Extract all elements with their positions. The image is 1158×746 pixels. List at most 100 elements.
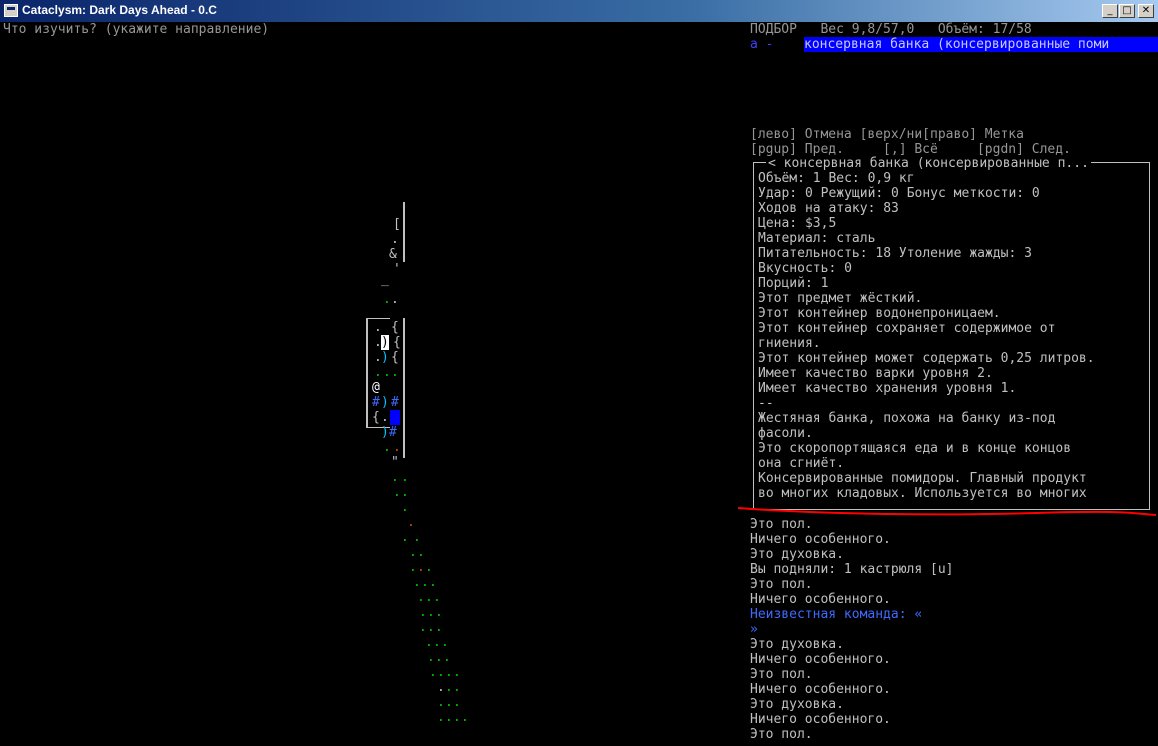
item-info-line: Этот контейнер сохраняет содержимое от <box>758 321 1056 336</box>
log-message: Это духовка. <box>750 637 844 652</box>
log-message: Неизвестная команда: « <box>750 607 923 622</box>
map-tile: . <box>429 665 437 680</box>
item-info-line: Этот предмет жёсткий. <box>758 291 923 306</box>
map-tile: . <box>383 440 391 455</box>
map-tile: . <box>425 590 433 605</box>
map-tile: . <box>391 470 399 485</box>
map-tile: . <box>433 590 441 605</box>
selected-item-key[interactable]: a - <box>750 37 773 52</box>
item-info-line: во многих кладовых. Используется во мног… <box>758 486 1087 501</box>
map-tile: . <box>419 620 427 635</box>
map-tile: # <box>391 395 399 410</box>
map-tile: . <box>393 440 401 455</box>
item-info-line: Вкусность: 0 <box>758 261 852 276</box>
map-tile: . <box>445 680 453 695</box>
map-tile: . <box>427 605 435 620</box>
app-icon <box>4 4 18 17</box>
map-tile: . <box>417 560 425 575</box>
map-tile: . <box>391 292 399 307</box>
item-info-line: Это скоропортящаяся еда и в конце концов <box>758 441 1072 456</box>
log-message: Ничего особенного. <box>750 532 891 547</box>
terminal: Что изучить? (укажите направление) ПОДБО… <box>0 22 1158 746</box>
minimize-button[interactable]: _ <box>1102 4 1118 18</box>
log-message: Это духовка. <box>750 697 844 712</box>
red-annotation-line <box>737 507 1157 516</box>
log-message: Это духовка. <box>750 547 844 562</box>
map-tile: . <box>443 650 451 665</box>
map-tile: . <box>441 635 449 650</box>
map-tile: . <box>427 620 435 635</box>
highlighted-tile <box>390 410 400 425</box>
map-tile: . <box>391 365 399 380</box>
item-info-line: Цена: $3,5 <box>758 216 837 231</box>
map-tile: . <box>453 680 461 695</box>
log-message: » <box>750 622 758 637</box>
log-message: Это пол. <box>750 667 813 682</box>
maximize-button[interactable]: □ <box>1119 4 1135 18</box>
map-tile: . <box>413 530 421 545</box>
help-line-2: [pgup] Пред. [,] Всё [pgdn] След. <box>750 142 1071 157</box>
item-info-line: Питательность: 18 Утоление жажды: 3 <box>758 246 1032 261</box>
log-message: Вы подняли: 1 кастрюля [u] <box>750 562 954 577</box>
map-tile: . <box>453 695 461 710</box>
map-tile: { <box>393 335 401 350</box>
map-tile: . <box>437 665 445 680</box>
map-tile: . <box>383 365 391 380</box>
item-info-line: Ходов на атаку: 83 <box>758 201 899 216</box>
map-tile: . <box>427 650 435 665</box>
map-tile: . <box>419 605 427 620</box>
map-tile: . <box>413 575 421 590</box>
log-message: Это пол. <box>750 727 813 742</box>
window-titlebar: Cataclysm: Dark Days Ahead - 0.C _ □ ✕ <box>0 0 1158 22</box>
map-tile: . <box>437 680 445 695</box>
map-tile: . <box>381 410 389 425</box>
map-tile: ' <box>393 262 401 277</box>
map-tile: . <box>461 710 469 725</box>
map-tile: & <box>389 247 397 262</box>
wall-segment <box>403 202 405 262</box>
map-tile: { <box>391 350 399 365</box>
log-message: Ничего особенного. <box>750 592 891 607</box>
window-title: Cataclysm: Dark Days Ahead - 0.C <box>22 3 217 17</box>
map-tile: . <box>421 575 429 590</box>
item-info-line: Этот контейнер может содержать 0,25 литр… <box>758 351 1095 366</box>
map-tile: . <box>401 530 409 545</box>
item-info-line: Удар: 0 Режущий: 0 Бонус меткости: 0 <box>758 186 1040 201</box>
map-tile: . <box>429 575 437 590</box>
item-info-line: Имеет качество хранения уровня 1. <box>758 381 1017 396</box>
map-tile: . <box>437 710 445 725</box>
log-message: Это пол. <box>750 517 813 532</box>
map-tile: . <box>417 545 425 560</box>
log-message: Ничего особенного. <box>750 682 891 697</box>
help-line-1: [лево] Отмена [верх/ни[право] Метка <box>750 127 1024 142</box>
map-tile: . <box>435 605 443 620</box>
map-tile: { <box>391 320 399 335</box>
map-tile: . <box>445 710 453 725</box>
log-message: Ничего особенного. <box>750 712 891 727</box>
item-info-line: Жестяная банка, похожа на банку из-под <box>758 411 1056 426</box>
item-info-line: -- <box>758 396 774 411</box>
map-tile: . <box>445 665 453 680</box>
map-tile: . <box>401 500 409 515</box>
map-tile: . <box>433 635 441 650</box>
map-tile: . <box>417 590 425 605</box>
map-tile: [ <box>393 217 401 232</box>
map-tile: . <box>453 665 461 680</box>
map-tile: ) <box>381 350 389 365</box>
item-info-title: < консервная банка (консервированные п..… <box>766 156 1091 171</box>
examine-cursor[interactable]: ) <box>381 335 389 350</box>
map-tile: . <box>401 470 409 485</box>
map-tile: { <box>372 410 380 425</box>
map-tile: . <box>401 485 409 500</box>
item-info-line: гниения. <box>758 336 821 351</box>
map-tile: . <box>383 292 391 307</box>
map-tile: . <box>409 545 417 560</box>
map-tile: . <box>435 650 443 665</box>
close-button[interactable]: ✕ <box>1138 4 1154 18</box>
map-tile: _ <box>381 272 389 287</box>
map-tile: . <box>407 515 415 530</box>
item-info-line: Консервированные помидоры. Главный проду… <box>758 471 1087 486</box>
item-info-line: Порций: 1 <box>758 276 829 291</box>
selected-item-row[interactable]: консервная банка (консервированные поми <box>804 37 1158 52</box>
map-tile: # <box>372 395 380 410</box>
